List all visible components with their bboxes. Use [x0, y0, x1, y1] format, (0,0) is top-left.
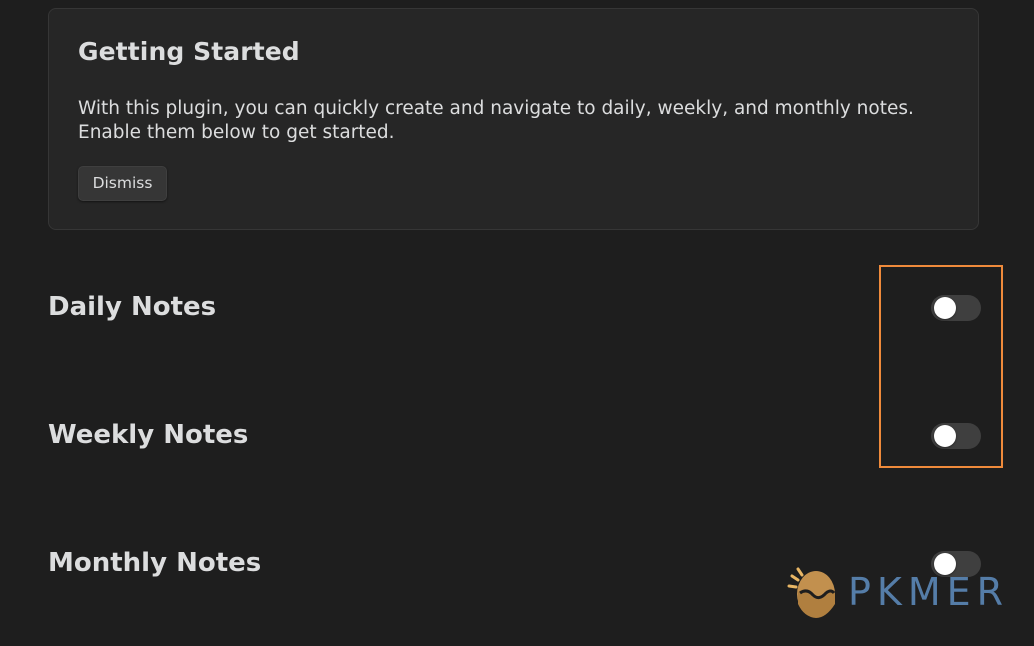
annotation-highlight-box	[879, 265, 1003, 468]
setting-row-daily-notes: Daily Notes	[48, 284, 981, 328]
dismiss-button[interactable]: Dismiss	[78, 166, 167, 201]
setting-label-monthly-notes: Monthly Notes	[48, 548, 262, 578]
getting-started-card: Getting Started With this plugin, you ca…	[48, 8, 979, 230]
watermark-text: PKMER	[848, 570, 1010, 614]
getting-started-description: With this plugin, you can quickly create…	[78, 98, 914, 143]
setting-row-weekly-notes: Weekly Notes	[48, 412, 981, 456]
pkmer-logo-icon	[787, 567, 836, 618]
getting-started-title: Getting Started	[78, 37, 300, 66]
setting-label-weekly-notes: Weekly Notes	[48, 420, 249, 450]
settings-page: Getting Started With this plugin, you ca…	[0, 0, 1034, 646]
setting-label-daily-notes: Daily Notes	[48, 292, 217, 322]
pkmer-watermark: PKMER	[786, 560, 1022, 624]
